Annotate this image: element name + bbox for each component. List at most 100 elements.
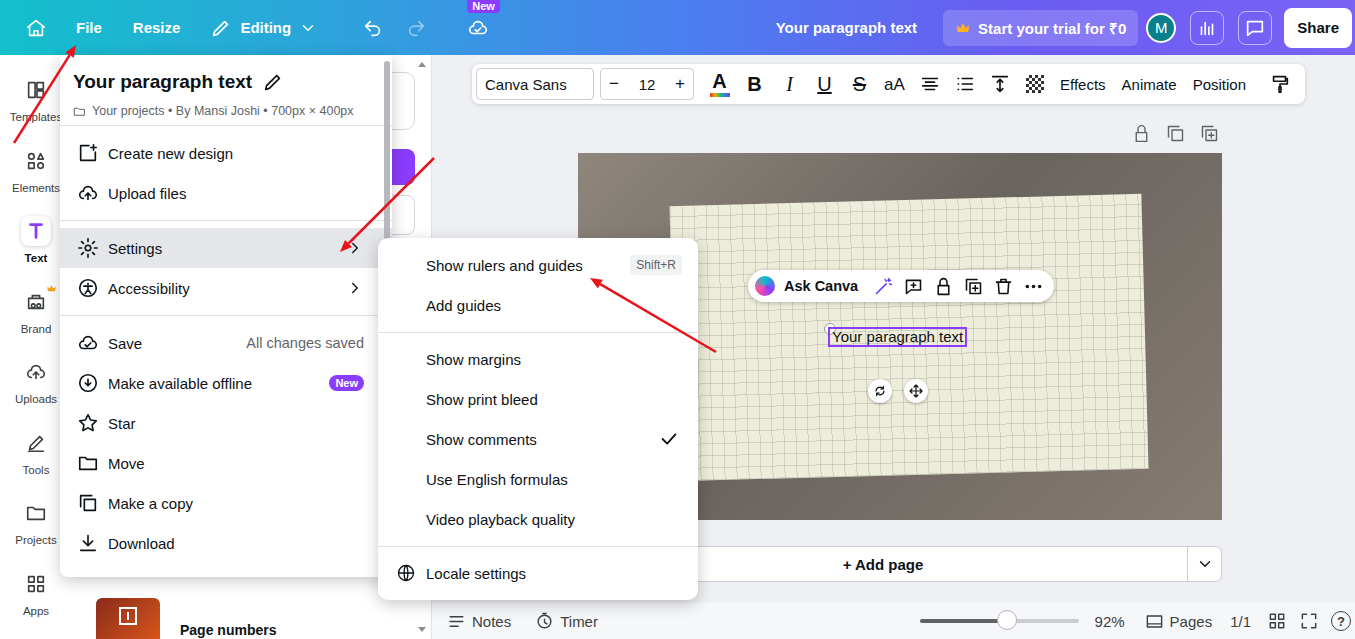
settings-menu-item[interactable]: Locale settings (378, 553, 698, 593)
format-button[interactable]: I (772, 68, 807, 100)
pages-button[interactable]: Pages (1145, 612, 1213, 631)
align-center-icon (919, 73, 941, 95)
sidebar-item[interactable]: Apps (0, 569, 72, 639)
scroll-down-icon[interactable] (418, 627, 426, 632)
add-page-options-button[interactable] (1187, 547, 1221, 581)
notes-button[interactable]: Notes (447, 612, 511, 631)
move-button[interactable] (904, 379, 928, 403)
file-menu-item[interactable]: Star (60, 403, 392, 443)
file-menu-button[interactable]: File (76, 19, 102, 36)
share-button[interactable]: Share (1284, 8, 1352, 48)
scroll-up-icon[interactable] (418, 62, 426, 67)
increase-size-button[interactable]: + (675, 74, 685, 94)
menu-item-icon (77, 452, 99, 474)
file-menu-item[interactable]: Upload files (60, 173, 392, 213)
chevron-down-icon (299, 19, 317, 37)
lock-icon[interactable] (1131, 123, 1152, 144)
zoom-slider-knob[interactable] (997, 610, 1017, 630)
menu-item-icon (77, 182, 99, 204)
file-menu-item[interactable]: Save All changes saved (60, 323, 392, 363)
file-menu-item[interactable]: Move (60, 443, 392, 483)
format-button[interactable]: U (807, 68, 842, 100)
duplicate-icon[interactable] (963, 276, 984, 297)
settings-menu-item[interactable]: Show rulers and guides Shift+R (378, 245, 698, 285)
trial-button[interactable]: Start your trial for ₹0 (943, 10, 1138, 46)
insights-button[interactable] (1190, 11, 1224, 45)
file-menu-item[interactable]: Download (60, 523, 392, 563)
folder-icon (73, 105, 86, 118)
format-button[interactable]: A (702, 68, 737, 100)
align-button[interactable] (912, 68, 947, 100)
list-button[interactable] (947, 68, 982, 100)
rotate-icon (872, 383, 888, 399)
duplicate-icon[interactable] (1165, 123, 1186, 144)
format-button[interactable]: B (737, 68, 772, 100)
menu-scrollbar[interactable] (384, 61, 390, 245)
user-avatar[interactable]: M (1146, 13, 1176, 43)
page-numbers-thumbnail (96, 598, 160, 639)
panel-list-item[interactable]: Page numbers (96, 598, 415, 639)
home-button[interactable] (22, 12, 50, 44)
selected-text-element[interactable]: Your paragraph text (828, 327, 967, 347)
timer-button[interactable]: Timer (535, 612, 598, 631)
toolbar-action-button[interactable]: Animate (1114, 76, 1185, 93)
file-menu-title[interactable]: Your paragraph text (73, 71, 252, 93)
save-status-button[interactable]: New (464, 12, 492, 44)
new-badge: New (467, 0, 500, 13)
crown-icon (46, 283, 57, 294)
save-status: All changes saved (246, 335, 364, 351)
file-menu-item[interactable]: Create new design (60, 133, 392, 173)
settings-menu-item[interactable]: Show margins (378, 339, 698, 379)
comments-button[interactable] (1238, 11, 1272, 45)
move-icon (908, 383, 924, 399)
more-icon[interactable] (1023, 276, 1044, 297)
settings-menu-item[interactable]: Video playback quality (378, 499, 698, 539)
editing-mode-button[interactable]: Editing (210, 17, 317, 39)
sidebar-icon-box (21, 287, 51, 317)
resize-button[interactable]: Resize (133, 19, 181, 36)
toolbar-action-button[interactable]: Effects (1052, 76, 1114, 93)
undo-button[interactable] (359, 12, 387, 44)
zoom-slider[interactable] (920, 619, 1079, 623)
settings-menu-item[interactable]: Show print bleed (378, 379, 698, 419)
copy-style-button[interactable] (1262, 68, 1297, 100)
canva-assistant-icon (755, 276, 775, 296)
redo-button[interactable] (402, 12, 430, 44)
rotate-button[interactable] (868, 379, 892, 403)
bottom-bar: Notes Timer 92% Pages 1/1 ? (432, 603, 1355, 639)
menu-item-icon (77, 532, 99, 554)
file-menu-item[interactable]: Make a copy (60, 483, 392, 523)
magic-wand-icon[interactable] (873, 276, 894, 297)
add-comment-icon[interactable] (903, 276, 924, 297)
help-button[interactable]: ? (1331, 611, 1351, 631)
file-menu-item[interactable]: Make available offline New (60, 363, 392, 403)
settings-menu-item[interactable]: Add guides (378, 285, 698, 325)
file-menu-item[interactable]: Settings (60, 228, 392, 268)
document-title[interactable]: Your paragraph text (776, 19, 917, 36)
toolbar-action-button[interactable]: Position (1185, 76, 1254, 93)
text-toolbar: Canva Sans − 12 + A B I U S aA EffectsAn… (472, 64, 1305, 104)
timer-icon (535, 612, 554, 631)
font-size-value[interactable]: 12 (639, 76, 656, 93)
add-page-icon[interactable] (1199, 123, 1220, 144)
decrease-size-button[interactable]: − (609, 74, 619, 94)
fullscreen-icon[interactable] (1299, 611, 1319, 631)
ask-canva-button[interactable]: Ask Canva (784, 278, 858, 294)
format-button[interactable]: aA (877, 68, 912, 100)
font-family-field[interactable]: Canva Sans (476, 68, 594, 100)
spacing-button[interactable] (982, 68, 1017, 100)
trash-icon[interactable] (993, 276, 1014, 297)
zoom-value[interactable]: 92% (1095, 613, 1125, 630)
globe-icon (396, 563, 416, 583)
file-menu-item[interactable]: Accessibility (60, 268, 392, 308)
settings-menu-item[interactable]: Show comments (378, 419, 698, 459)
sidebar-item-icon (25, 220, 47, 242)
settings-menu-item[interactable]: Use English formulas (378, 459, 698, 499)
undo-icon (362, 17, 384, 39)
transparency-button[interactable] (1017, 68, 1052, 100)
format-button[interactable]: S (842, 68, 877, 100)
page-count: 1/1 (1230, 613, 1251, 630)
lock-icon[interactable] (933, 276, 954, 297)
grid-view-icon[interactable] (1267, 611, 1287, 631)
pencil-icon[interactable] (262, 71, 284, 93)
